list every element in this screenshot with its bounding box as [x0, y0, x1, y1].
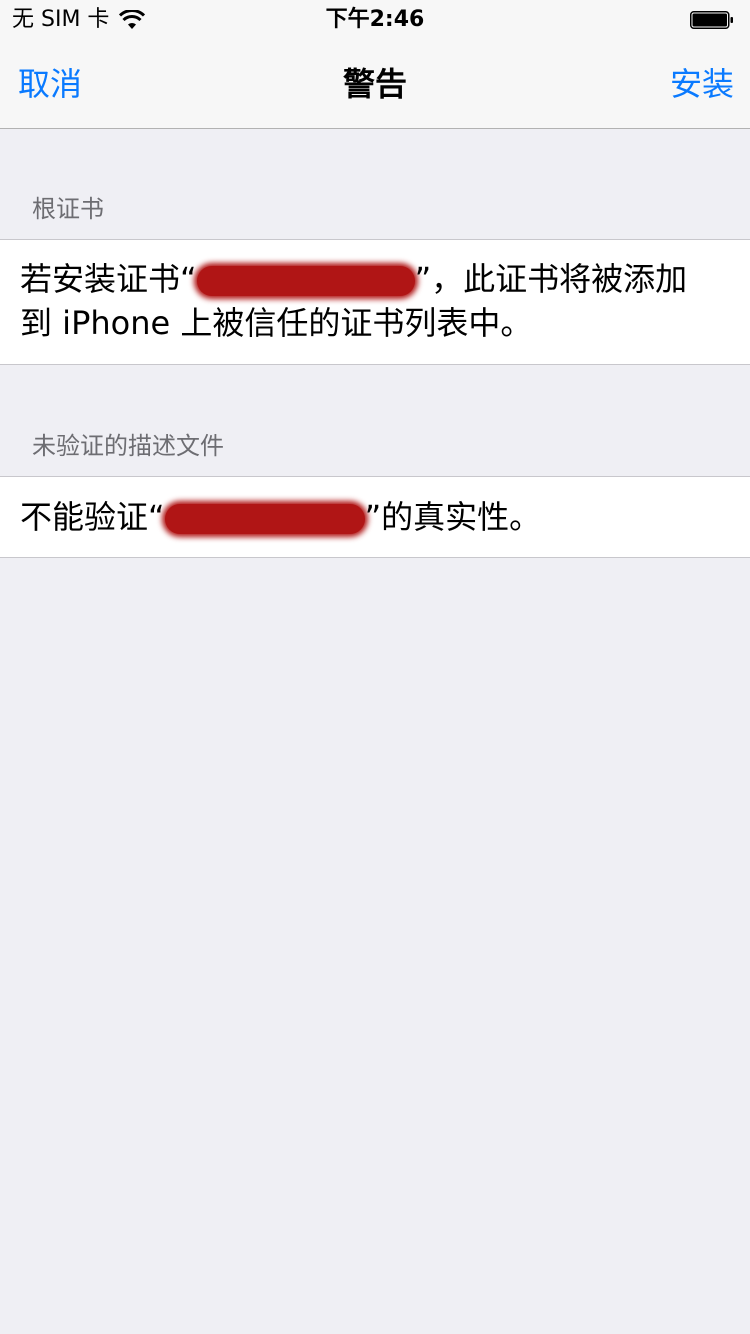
unverified-profile-cell: 不能验证“ ”的真实性。: [0, 476, 750, 558]
status-time: 下午2:46: [325, 7, 425, 32]
root-certificate-line-1: 若安装证书“ ”，此证书将被添加: [20, 257, 720, 301]
section-header-root-certificate: 根证书: [32, 195, 104, 223]
unverified-profile-text-prefix: 不能验证“: [20, 498, 165, 536]
unverified-profile-text-suffix: ”的真实性。: [364, 498, 542, 536]
section-header-unverified-profile: 未验证的描述文件: [32, 432, 224, 460]
battery-icon: [690, 11, 733, 29]
root-certificate-line-2: 到 iPhone 上被信任的证书列表中。: [20, 304, 533, 342]
status-bar: 无 SIM 卡 下午2:46: [0, 0, 750, 40]
root-certificate-cell: 若安装证书“ ”，此证书将被添加 到 iPhone 上被信任的证书列表中。: [0, 239, 750, 365]
page-title: 警告: [342, 65, 407, 103]
redacted-profile-name: [164, 504, 365, 534]
install-button[interactable]: 安装: [670, 62, 734, 106]
root-certificate-text-suffix: ”，此证书将被添加: [414, 260, 688, 298]
navigation-bar: 取消 警告 安装: [0, 40, 750, 129]
redacted-certificate-name: [196, 266, 415, 296]
root-certificate-text-prefix: 若安装证书“: [20, 260, 197, 298]
unverified-profile-line: 不能验证“ ”的真实性。: [20, 495, 720, 539]
